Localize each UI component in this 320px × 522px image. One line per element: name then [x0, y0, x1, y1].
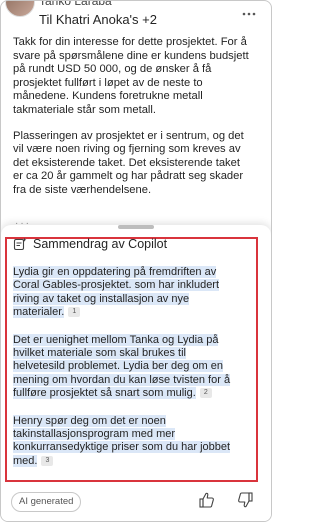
copilot-summary-sheet: ··· Sammendrag av Copilot Lydia gir en o… [1, 218, 271, 521]
email-paragraph: Takk for din interesse for dette prosjek… [13, 36, 249, 116]
citation-badge[interactable]: 1 [68, 307, 81, 318]
summary-footer: AI generated [1, 487, 271, 517]
thumbs-up-icon[interactable] [199, 491, 215, 509]
recipients-line[interactable]: Til Khatri Anoka's +2 [39, 12, 157, 27]
sheet-drag-handle[interactable] [118, 225, 154, 229]
summary-text: Lydia gir en oppdatering på fremdriften … [13, 266, 220, 319]
sender-avatar[interactable] [5, 1, 35, 17]
copilot-sparkle-icon [13, 237, 27, 251]
email-paragraph: Plasseringen av prosjektet er i sentrum,… [13, 129, 244, 196]
summary-item: Lydia gir en oppdatering på fremdriften … [13, 266, 239, 320]
copilot-summary-list: Lydia gir en oppdatering på fremdriften … [13, 266, 239, 482]
summary-item: Henry spør deg om det er noen takinstall… [13, 414, 239, 469]
email-frame: Tariko Laraba Til Khatri Anoka's +2 Takk… [0, 0, 272, 522]
citation-badge[interactable]: 2 [199, 388, 212, 399]
ai-generated-badge: AI generated [11, 492, 82, 512]
sender-name: Tariko Laraba [39, 0, 112, 8]
summary-item: Det er uenighet mellom Tanka og Lydia på… [13, 333, 239, 401]
email-body: Takk for din interesse for dette prosjek… [13, 36, 249, 210]
copilot-header: Sammendrag av Copilot [13, 237, 167, 251]
sheet-overflow-dots: ··· [15, 218, 31, 229]
thumbs-down-icon[interactable] [237, 491, 253, 509]
more-icon[interactable] [241, 7, 257, 21]
copilot-title: Sammendrag av Copilot [33, 237, 168, 251]
summary-text: Det er uenighet mellom Tanka og Lydia på… [13, 333, 231, 400]
citation-badge[interactable]: 3 [41, 455, 54, 466]
